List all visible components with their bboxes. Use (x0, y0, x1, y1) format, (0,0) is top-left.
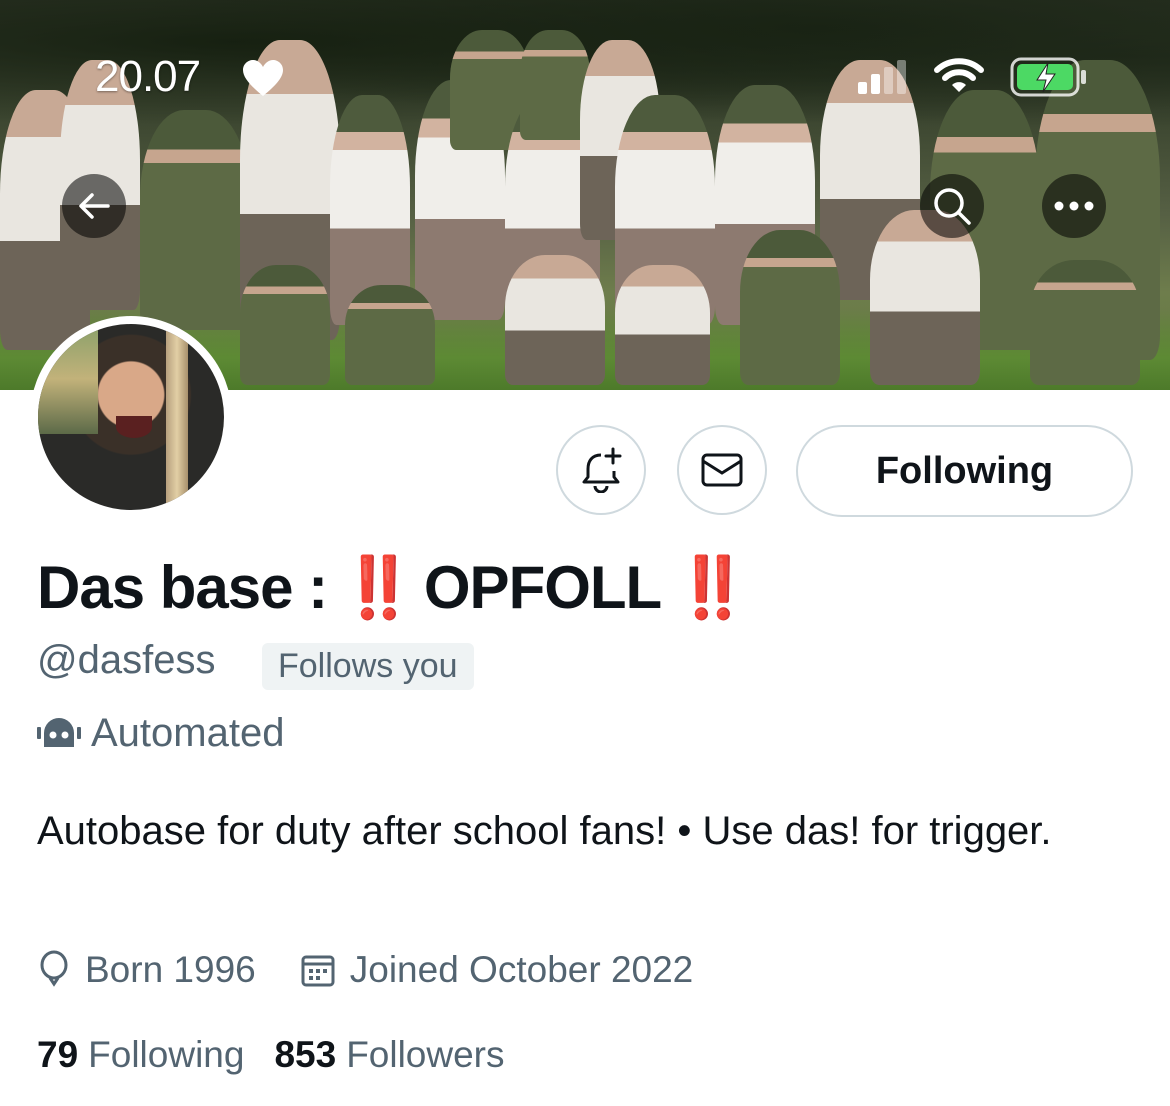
battery-charging-icon (1010, 57, 1086, 97)
banner-person (870, 210, 980, 385)
banner-person (240, 265, 330, 385)
join-date: Joined October 2022 (300, 949, 694, 991)
display-name-prefix: Das base : (37, 553, 328, 621)
followers-label: Followers (346, 1034, 505, 1075)
envelope-icon (701, 453, 743, 487)
back-button[interactable] (62, 174, 126, 238)
following-button[interactable]: Following (796, 425, 1133, 517)
bell-plus-icon (582, 447, 622, 493)
follows-you-badge: Follows you (262, 643, 474, 690)
follow-stats: 79 Following 853 Followers (37, 1030, 535, 1080)
display-name: Das base : ‼️ OPFOLL ‼️ (37, 552, 758, 622)
birth-date: Born 1996 (37, 949, 256, 991)
banner-person (615, 265, 710, 385)
followers-count-link[interactable]: 853 Followers (274, 1034, 504, 1076)
search-icon (934, 188, 971, 225)
banner-person (1030, 260, 1140, 385)
following-count-link[interactable]: 79 Following (37, 1034, 244, 1076)
banner-person (505, 255, 605, 385)
notifications-button[interactable] (556, 425, 646, 515)
display-name-main: OPFOLL (423, 553, 662, 621)
robot-icon (37, 718, 81, 747)
birth-date-text: Born 1996 (85, 949, 256, 990)
automated-label[interactable]: Automated (37, 708, 284, 758)
more-horizontal-icon (1054, 201, 1094, 211)
calendar-icon (301, 955, 335, 987)
heart-icon (243, 60, 283, 96)
banner-person (740, 230, 840, 385)
banner-person (345, 285, 435, 385)
message-button[interactable] (677, 425, 767, 515)
cellular-signal-icon (858, 60, 906, 94)
profile-bio: Autobase for duty after school fans! • U… (37, 809, 1052, 853)
avatar-image (38, 324, 224, 510)
followers-count: 853 (274, 1034, 337, 1075)
arrow-left-icon (79, 193, 110, 219)
double-exclamation-emoji: ‼️ (675, 553, 750, 621)
status-time: 20.07 (95, 52, 201, 101)
balloon-icon (40, 950, 68, 987)
following-count: 79 (37, 1034, 79, 1075)
double-exclamation-emoji: ‼️ (341, 553, 416, 621)
banner-person (140, 110, 250, 330)
wifi-icon (934, 58, 984, 92)
join-date-text: Joined October 2022 (349, 949, 694, 990)
following-label: Following (88, 1034, 245, 1075)
user-handle: @dasfess (37, 638, 216, 682)
automated-text: Automated (91, 710, 285, 755)
profile-meta: Born 1996 Joined October 2022 (37, 945, 737, 995)
more-options-button[interactable] (1042, 174, 1106, 238)
profile-avatar[interactable] (30, 316, 232, 518)
search-button[interactable] (920, 174, 984, 238)
